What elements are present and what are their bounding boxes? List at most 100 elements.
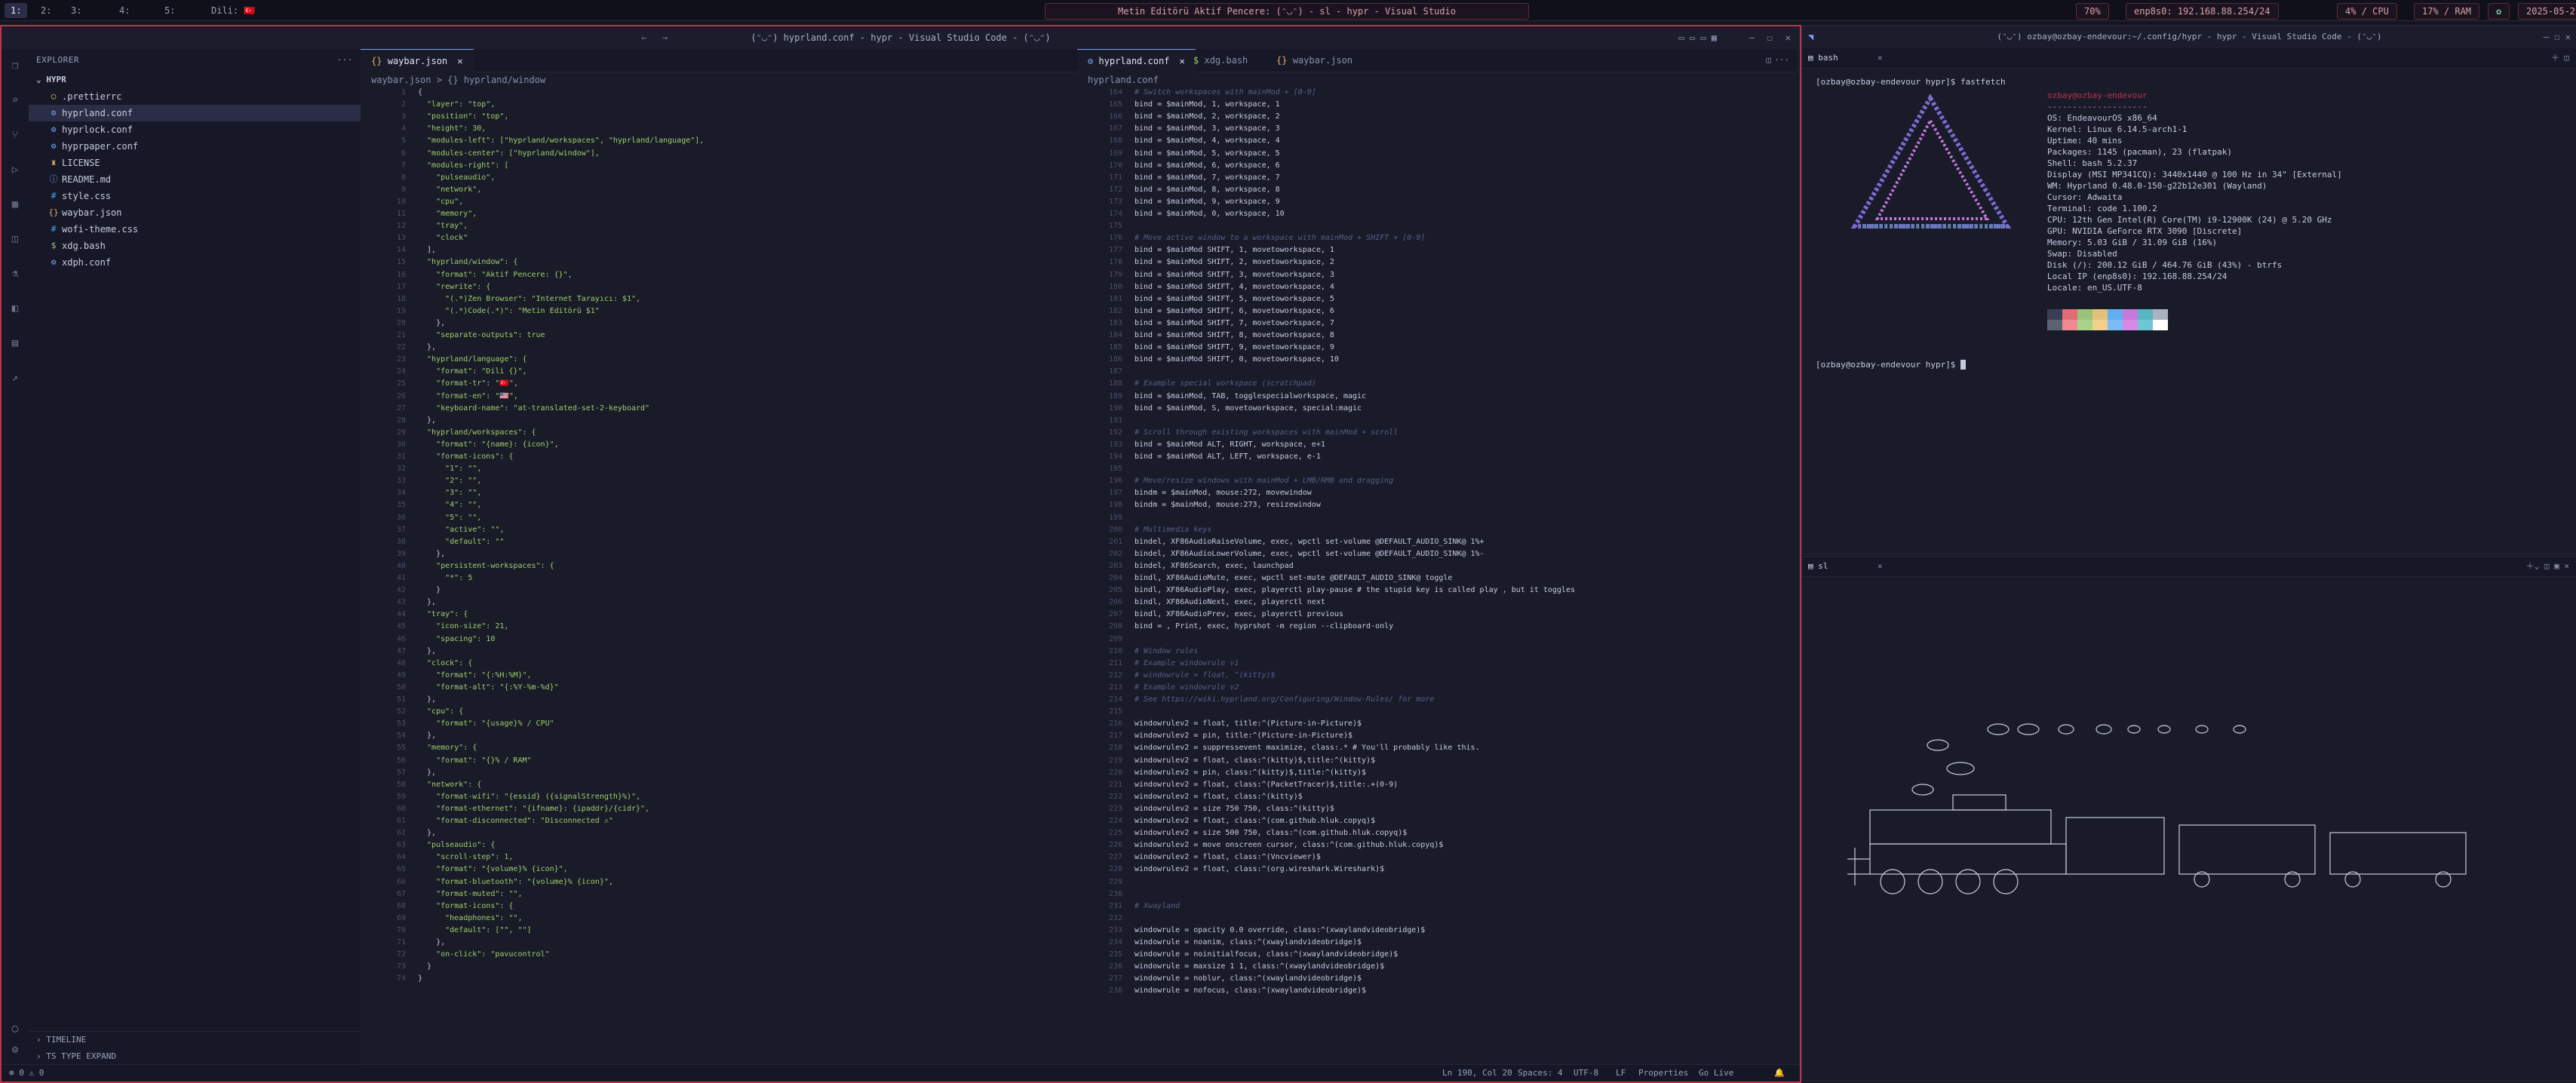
- encoding[interactable]: UTF-8: [1574, 1065, 1598, 1081]
- volume-indicator[interactable]: 70%: [2076, 3, 2109, 20]
- file-item[interactable]: # style.css: [29, 188, 361, 204]
- live-share-icon[interactable]: ↗: [9, 372, 21, 384]
- language-mode[interactable]: Properties: [1638, 1065, 1688, 1081]
- language-indicator[interactable]: Dili: 🇹🇷: [205, 3, 261, 18]
- code-area-waybar[interactable]: 1 {2 "layer": "top", 3 "position": "top", 4…: [361, 88, 1077, 1065]
- network-indicator[interactable]: enp8s0: 192.168.88.254/24: [2126, 3, 2279, 20]
- line-number: 18: [396, 294, 406, 303]
- cursor-position[interactable]: Ln 190, Col 20: [1442, 1065, 1512, 1081]
- file-label: xdph.conf: [62, 257, 112, 268]
- terminal-output[interactable]: [ozbay@ozbay-endevour hypr]$ fastfetch o…: [1802, 68, 2576, 554]
- docker-icon[interactable]: ◧: [9, 302, 21, 314]
- tab-sl[interactable]: ▤ sl: [1808, 557, 1828, 576]
- source-control-icon[interactable]: ⑂: [9, 129, 21, 141]
- fetch-info-line: Locale: en_US.UTF-8: [2047, 283, 2142, 293]
- file-item[interactable]: ⚙ hyprpaper.conf: [29, 138, 361, 155]
- maximize-icon[interactable]: ☐: [1767, 26, 1773, 49]
- file-item[interactable]: # wofi-theme.css: [29, 221, 361, 238]
- tab-hyprland-conf[interactable]: ⚙ hyprland.conf ✕: [1077, 49, 1196, 72]
- tab-close-icon[interactable]: ✕: [457, 56, 462, 66]
- tab-xdg-bash[interactable]: $ xdg.bash: [1183, 49, 1258, 72]
- close-icon[interactable]: ✕: [1785, 26, 1791, 49]
- file-item[interactable]: ○ .prettierrc: [29, 88, 361, 105]
- breadcrumb[interactable]: hyprland.conf: [1077, 72, 1797, 88]
- settings-gear-icon[interactable]: ⚙: [9, 1044, 21, 1056]
- eol[interactable]: LF: [1616, 1065, 1626, 1081]
- workspace-1[interactable]: 1:: [5, 3, 28, 18]
- indentation[interactable]: Spaces: 4: [1518, 1065, 1563, 1081]
- file-item[interactable]: ⚙ xdph.conf: [29, 254, 361, 271]
- workspace-2[interactable]: 2:: [35, 3, 57, 18]
- palette-swatch: [2047, 320, 2062, 330]
- line-number: 8: [401, 173, 406, 182]
- extensions-icon[interactable]: ▦: [9, 198, 21, 210]
- file-item[interactable]: {} waybar.json: [29, 204, 361, 221]
- line-number: 73: [396, 962, 406, 971]
- tray-icon[interactable]: ✿: [2488, 3, 2510, 20]
- terminal-tab-label: bash: [1818, 53, 1838, 63]
- file-item[interactable]: $ xdg.bash: [29, 238, 361, 254]
- code-line: "persistent-workspaces": {: [418, 561, 554, 570]
- workspace-5[interactable]: 5:: [158, 3, 181, 18]
- file-item[interactable]: ⚙ hyprlock.conf: [29, 121, 361, 138]
- palette-swatch: [2092, 309, 2108, 320]
- code-line: "5": "",: [418, 513, 482, 522]
- tab-close-icon[interactable]: ✕: [1878, 48, 1883, 68]
- line-number: 231: [1108, 901, 1122, 910]
- bell-icon[interactable]: 🔔: [1774, 1065, 1785, 1081]
- folder-hypr[interactable]: ⌄ HYPR: [29, 72, 361, 88]
- window-controls-icon[interactable]: — ☐ ✕: [2544, 26, 2571, 48]
- code-line: bindl, XF86AudioNext, exec, playerctl ne…: [1134, 598, 1325, 607]
- search-icon[interactable]: ⌕: [9, 94, 21, 106]
- code-line: "icon-size": 21,: [418, 622, 509, 631]
- layout-icon[interactable]: ▭ ▭ ▭ ▦: [1678, 26, 1717, 49]
- terminal-actions-icon[interactable]: ＋⌄ ◫ ▣ ✕: [2526, 557, 2569, 576]
- file-label: waybar.json: [62, 207, 122, 218]
- sl-train-output[interactable]: [1802, 576, 2576, 1081]
- line-number: 40: [396, 561, 406, 570]
- terminal-icon[interactable]: ▤: [9, 337, 21, 349]
- line-number: 208: [1108, 622, 1122, 631]
- timeline-section[interactable]: › TIMELINE: [29, 1031, 361, 1048]
- code-area-hyprland[interactable]: 164 # Switch workspaces with mainMod + [0…: [1077, 88, 1797, 1065]
- workspace-4[interactable]: 4:: [113, 3, 136, 18]
- tab-waybar-json[interactable]: {} waybar.json ✕: [361, 49, 474, 72]
- tab-bash[interactable]: ▤ bash: [1808, 48, 1838, 68]
- code-line: "modules-center": ["hyprland/window"],: [418, 149, 600, 158]
- tab-waybar-json-2[interactable]: {} waybar.json: [1266, 49, 1363, 72]
- account-icon[interactable]: ◯: [9, 1023, 21, 1035]
- editor-left: {} waybar.json ✕ waybar.json > {} hyprla…: [361, 49, 1078, 1065]
- run-debug-icon[interactable]: ▷: [9, 164, 21, 176]
- code-line: "network",: [418, 185, 482, 194]
- code-line: "keyboard-name": "at-translated-set-2-ke…: [418, 403, 650, 413]
- file-item[interactable]: ⚙ hyprland.conf: [29, 105, 361, 121]
- line-number: 185: [1108, 343, 1122, 352]
- line-number: 25: [396, 379, 406, 388]
- breadcrumb[interactable]: waybar.json > {} hyprland/window: [361, 72, 1077, 88]
- testing-icon[interactable]: ⚗: [9, 268, 21, 280]
- code-line: "3": "",: [418, 489, 482, 498]
- line-number: 237: [1108, 974, 1122, 983]
- more-actions-icon[interactable]: ···: [337, 49, 353, 72]
- ts-type-expand-section[interactable]: › TS TYPE EXPAND: [29, 1048, 361, 1065]
- code-line: # See https://wiki.hyprland.org/Configur…: [1134, 695, 1435, 704]
- code-line: "tray",: [418, 222, 468, 231]
- file-item[interactable]: ♜ LICENSE: [29, 155, 361, 171]
- new-terminal-icon[interactable]: ＋ ◫: [2551, 48, 2569, 68]
- remote-icon[interactable]: ◫: [9, 233, 21, 245]
- minimize-icon[interactable]: —: [1749, 26, 1755, 49]
- code-line: # Scroll through existing workspaces wit…: [1134, 428, 1399, 437]
- go-live-button[interactable]: Go Live: [1699, 1065, 1733, 1081]
- line-number: 10: [396, 197, 406, 206]
- editor-more-icon[interactable]: ···: [1774, 49, 1789, 72]
- line-number: 37: [396, 525, 406, 534]
- fetch-info-line: Packages: 1145 (pacman), 23 (flatpak): [2047, 147, 2233, 157]
- file-item[interactable]: ⓘ README.md: [29, 171, 361, 188]
- line-number: 16: [396, 270, 406, 279]
- file-type-icon: #: [51, 224, 57, 234]
- explorer-icon[interactable]: ❐: [9, 60, 21, 72]
- tab-close-icon[interactable]: ✕: [1878, 557, 1883, 576]
- workspace-3[interactable]: 3:: [65, 3, 88, 18]
- split-editor-icon[interactable]: ◫: [1766, 49, 1771, 72]
- problems-indicator[interactable]: ⊗ 0 ⚠ 0: [9, 1065, 44, 1081]
